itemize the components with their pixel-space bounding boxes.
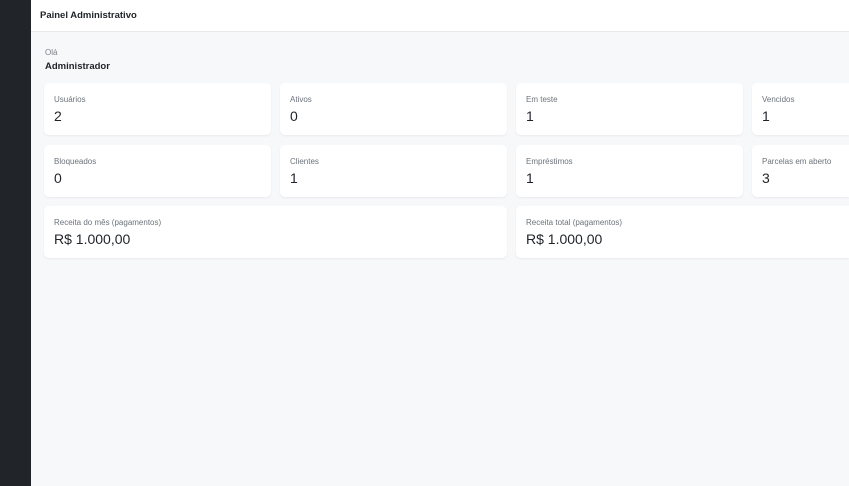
stat-card-expired: Vencidos 1 bbox=[752, 83, 849, 135]
stat-value: 2 bbox=[54, 108, 62, 124]
stat-value: 1 bbox=[526, 108, 534, 124]
stat-label: Bloqueados bbox=[54, 157, 97, 166]
revenue-month-card: Receita do mês (pagamentos) R$ 1.000,00 bbox=[44, 206, 507, 258]
stat-label: Ativos bbox=[290, 95, 312, 104]
stat-card-trial: Em teste 1 bbox=[516, 83, 743, 135]
stat-card-blocked: Bloqueados 0 bbox=[44, 145, 271, 197]
stat-value: 3 bbox=[762, 170, 770, 186]
stat-card-active: Ativos 0 bbox=[280, 83, 507, 135]
stat-card-clients: Clientes 1 bbox=[280, 145, 507, 197]
stat-card-loans: Empréstimos 1 bbox=[516, 145, 743, 197]
revenue-label: Receita do mês (pagamentos) bbox=[54, 218, 162, 227]
stat-label: Usuários bbox=[54, 95, 86, 104]
stat-label: Empréstimos bbox=[526, 157, 573, 166]
stat-label: Clientes bbox=[290, 157, 319, 166]
sidebar bbox=[0, 0, 31, 486]
stat-value: 1 bbox=[290, 170, 298, 186]
greeting-user-name: Administrador bbox=[45, 61, 110, 72]
revenue-label: Receita total (pagamentos) bbox=[526, 218, 623, 227]
page-title: Painel Administrativo bbox=[40, 10, 137, 21]
stat-value: 1 bbox=[762, 108, 770, 124]
greeting: Olá Administrador bbox=[45, 48, 110, 72]
revenue-total-card: Receita total (pagamentos) R$ 1.000,00 bbox=[516, 206, 849, 258]
stat-value: 1 bbox=[526, 170, 534, 186]
stat-card-users: Usuários 2 bbox=[44, 83, 271, 135]
stat-value: 0 bbox=[290, 108, 298, 124]
top-bar: Painel Administrativo bbox=[31, 0, 849, 32]
stat-label: Vencidos bbox=[762, 95, 795, 104]
revenue-value: R$ 1.000,00 bbox=[54, 231, 131, 247]
revenue-value: R$ 1.000,00 bbox=[526, 231, 603, 247]
stat-card-open-installments: Parcelas em aberto 3 bbox=[752, 145, 849, 197]
stat-value: 0 bbox=[54, 170, 62, 186]
stat-label: Parcelas em aberto bbox=[762, 157, 832, 166]
greeting-hello: Olá bbox=[45, 48, 58, 57]
stat-label: Em teste bbox=[526, 95, 558, 104]
